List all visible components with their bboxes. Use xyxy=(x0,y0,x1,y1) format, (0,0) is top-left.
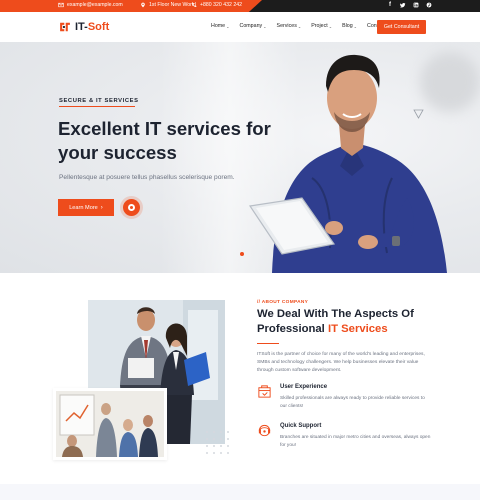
feature-title: Quick Support xyxy=(280,423,322,429)
about-title-underline xyxy=(257,343,279,344)
about-title-line2: Professional xyxy=(257,322,328,335)
pinterest-icon[interactable] xyxy=(426,2,432,9)
chevron-down-icon: ⌄ xyxy=(328,23,333,29)
support-icon xyxy=(258,424,271,437)
site-logo[interactable]: IT-Soft xyxy=(58,20,109,34)
email-text: example@example.com xyxy=(67,2,123,8)
logo-mark-icon xyxy=(60,22,70,32)
chevron-down-icon: ⌄ xyxy=(353,23,358,29)
hero-eyebrow: SECURE & IT SERVICES xyxy=(59,98,139,104)
hero-person-image xyxy=(248,54,447,273)
nav-item-blog[interactable]: Blog ⌄ xyxy=(342,23,357,29)
dot-pattern-decoration xyxy=(206,431,229,454)
nav-item-label: Services xyxy=(276,23,297,29)
address-contact: 1st Floor New World xyxy=(140,2,196,8)
chevron-down-icon: ⌄ xyxy=(226,23,230,29)
location-pin-icon xyxy=(141,2,145,8)
about-title: We Deal With The Aspects Of Professional… xyxy=(257,307,457,336)
get-consultant-button[interactable]: Get Consultant xyxy=(377,20,426,34)
email-contact[interactable]: example@example.com xyxy=(58,2,123,8)
chevron-down-icon: ⌄ xyxy=(263,23,267,29)
play-icon xyxy=(128,204,135,211)
nav-item-company[interactable]: Company ⌄ xyxy=(240,23,267,29)
about-section-label: // ABOUT COMPANY xyxy=(257,300,309,305)
phone-icon xyxy=(192,2,197,7)
about-image-presentation xyxy=(53,388,167,460)
hero-subtitle: Pellentesque at posuere tellus phasellus… xyxy=(59,174,235,181)
nav-menu: Home ⌄ Company ⌄ Services ⌄ Project ⌄ Blog ⌄ … xyxy=(211,23,385,29)
nav-item-label: Company xyxy=(239,23,263,29)
logo-text-suffix: Soft xyxy=(87,21,110,33)
nav-item-label: Home xyxy=(211,23,226,29)
user-experience-icon xyxy=(258,385,271,398)
hero-eyebrow-underline xyxy=(59,106,135,107)
feature-title: User Experience xyxy=(280,384,328,390)
facebook-icon[interactable]: f xyxy=(387,2,393,9)
feature-description: Skilled professionals are always ready t… xyxy=(280,396,425,409)
mail-icon xyxy=(58,2,64,8)
chevron-down-icon: ⌄ xyxy=(297,23,302,29)
phone-contact[interactable]: +880 320 432 242 xyxy=(191,2,242,8)
social-links: f xyxy=(387,2,432,9)
nav-item-services[interactable]: Services ⌄ xyxy=(277,23,302,29)
phone-text: +880 320 432 242 xyxy=(200,2,242,8)
top-info-bar: example@example.com 1st Floor New World … xyxy=(0,0,480,12)
logo-text-prefix: IT- xyxy=(75,21,88,33)
play-video-button[interactable] xyxy=(123,199,140,216)
main-navigation: IT-Soft Home ⌄ Company ⌄ Services ⌄ Project… xyxy=(0,12,480,42)
learn-more-button[interactable]: Learn More › xyxy=(58,199,114,216)
nav-item-label: Blog xyxy=(342,23,353,29)
next-section-band xyxy=(0,484,480,500)
twitter-icon[interactable] xyxy=(399,2,406,9)
linkedin-icon[interactable] xyxy=(413,2,419,9)
about-title-line1: We Deal With The Aspects Of xyxy=(257,308,414,320)
chevron-right-icon: › xyxy=(100,204,103,211)
feature-description: Branches are situated in major metro cit… xyxy=(280,435,431,448)
address-text: 1st Floor New World xyxy=(149,2,196,8)
nav-item-label: Project xyxy=(311,23,328,29)
learn-more-label: Learn More xyxy=(69,204,98,211)
nav-item-home[interactable]: Home ⌄ xyxy=(211,23,230,29)
about-title-accent: IT Services xyxy=(327,322,388,335)
about-description: ITSoft is the partner of choice for many… xyxy=(257,352,425,373)
logo-text: IT-Soft xyxy=(75,21,109,33)
nav-item-project[interactable]: Project ⌄ xyxy=(311,23,332,29)
